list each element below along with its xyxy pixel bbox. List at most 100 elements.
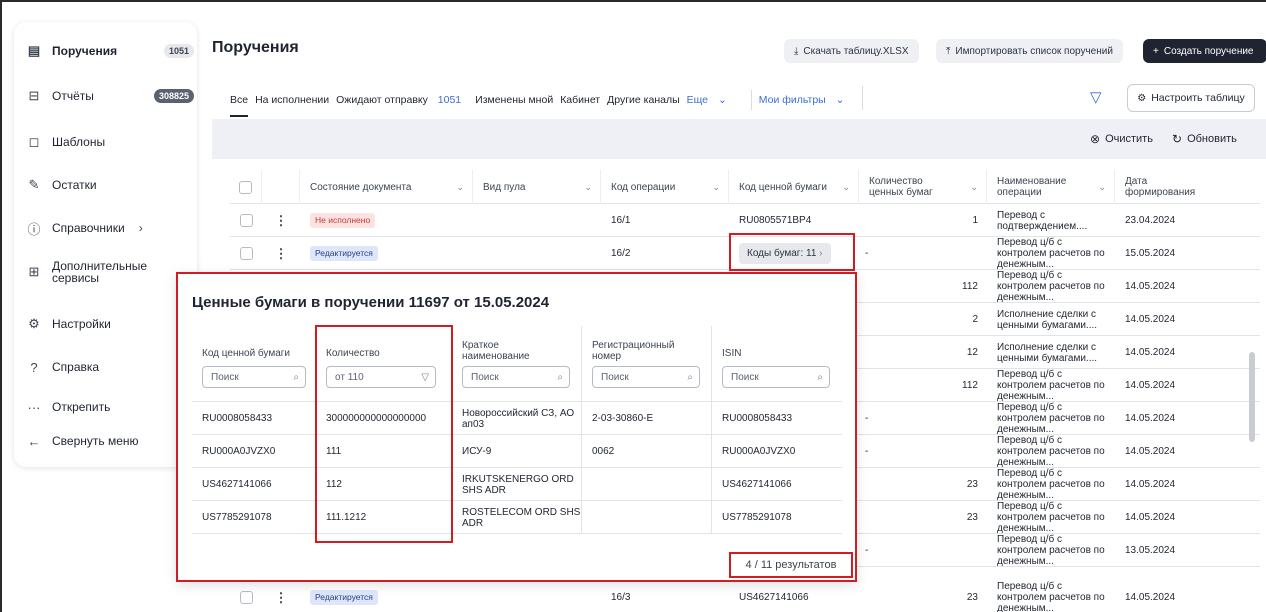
chevron-down-icon: ⌄ (1098, 181, 1106, 192)
select-all-checkbox[interactable] (239, 180, 252, 194)
chevron-down-icon: ⌄ (835, 94, 845, 106)
isin-search-input[interactable]: Поиск ⌕ (722, 366, 830, 388)
list-item[interactable]: RU0008058433 300000000000000000 Новороссий… (192, 402, 842, 435)
row-checkbox[interactable] (239, 591, 253, 604)
sidebar-item-reports[interactable]: ⊟ Отчёты 308825 (26, 81, 194, 111)
list-item[interactable]: US7785291078 111.1212 ROSTELECOM ORD SHS A… (192, 501, 842, 534)
short-search-input[interactable]: Поиск ⌕ (462, 366, 570, 388)
qty-cell: 23 (966, 479, 978, 490)
column-sec-code[interactable]: Код ценной бумаги ⌄ (729, 170, 859, 204)
sidebar-item-orders[interactable]: ▤ Поручения 1051 (26, 36, 194, 66)
sidebar-item-unpin[interactable]: ··· Открепить (26, 392, 194, 422)
tabs-divider (862, 86, 863, 110)
qty-cell: - (865, 413, 869, 424)
arrow-left-icon: ← (27, 433, 41, 449)
code-search-input[interactable]: Поиск ⌕ (202, 366, 306, 388)
vertical-scrollbar[interactable] (1249, 352, 1255, 442)
list-item[interactable]: RU000A0JVZX0 111 ИСУ-9 0062 RU000A0JVZX0 (192, 435, 842, 468)
tab-awaiting[interactable]: Ожидают отправку 1051 (336, 94, 468, 106)
qty-cell: - (865, 545, 869, 556)
tab-cabinet[interactable]: Кабинет (560, 94, 600, 106)
pcolumn-short-label: Краткое наименование (462, 340, 530, 362)
reg-search-input[interactable]: Поиск ⌕ (592, 366, 700, 388)
sidebar-item-settings[interactable]: ⚙ Настройки (26, 309, 194, 339)
kebab-menu-icon[interactable]: ⋮ (275, 214, 288, 227)
column-state[interactable]: Состояние документа ⌄ (300, 170, 473, 204)
sidebar-item-label: Поручения (52, 44, 118, 58)
refresh-button[interactable]: ↻ Обновить (1172, 132, 1237, 146)
close-circle-icon: ⊗ (1090, 132, 1101, 146)
table-row[interactable]: ⋮ Редактируется 16/3 US4627141066 23 Перевод … (230, 581, 1260, 612)
search-placeholder: Поиск (731, 371, 759, 383)
sidebar-item-help[interactable]: ? Справка (26, 352, 194, 382)
kebab-menu-icon[interactable]: ⋮ (275, 247, 288, 260)
column-qty[interactable]: Количество ценных бумаг ⌄ (859, 170, 987, 204)
sidebar-item-references[interactable]: ⓘ Справочники › (26, 213, 194, 243)
op-name-cell: Перевод ц/б с контролем расчетов по дене… (997, 468, 1105, 501)
sidebar-item-collapse[interactable]: ← Свернуть меню (26, 426, 194, 456)
filter-icon[interactable]: ▽ (1090, 88, 1102, 106)
my-filters-dropdown[interactable]: Мои фильтры ⌄ (759, 94, 852, 106)
tab-other[interactable]: Другие каналы (607, 94, 680, 106)
chevron-down-icon: ⌄ (717, 94, 727, 106)
op-name-cell: Перевод ц/б с контролем расчетов по дене… (997, 534, 1105, 567)
isin-cell: RU0008058433 (722, 413, 793, 424)
qty-cell: - (865, 446, 869, 457)
tab-changed[interactable]: Изменены мной (475, 94, 553, 106)
help-icon: ? (30, 359, 38, 375)
configure-table-button[interactable]: ⚙ Настроить таблицу (1127, 84, 1255, 112)
column-op-name[interactable]: Наименование операции ⌄ (987, 170, 1115, 204)
date-cell: 13.05.2024 (1125, 545, 1176, 556)
gear-icon: ⚙ (28, 316, 40, 331)
chevron-down-icon: ⌄ (584, 181, 592, 192)
reg-number-cell (582, 501, 712, 534)
sidebar-item-templates[interactable]: ◻ Шаблоны (26, 127, 194, 157)
sidebar-item-label: Отчёты (52, 89, 94, 103)
sidebar-item-label: Справка (52, 360, 100, 374)
tabs-bar: Все На исполнении Ожидают отправку 1051 … (230, 90, 858, 110)
status-badge: Не исполнено (310, 213, 376, 228)
list-item[interactable]: US4627141066 112 IRKUTSKENERGO ORD SHS ADR… (192, 468, 842, 501)
sidebar-item-label: Дополнительные сервисы (52, 259, 147, 285)
refresh-icon: ↻ (1172, 132, 1183, 146)
op-name-cell: Перевод ц/б с контролем расчетов по дене… (997, 501, 1105, 534)
date-cell: 14.05.2024 (1125, 281, 1176, 292)
tab-in-progress[interactable]: На исполнении (255, 94, 329, 106)
tab-more[interactable]: Еще ⌄ (687, 94, 734, 106)
sidebar-item-extra-services[interactable]: ⊞ Дополнительные сервисы (26, 254, 194, 290)
date-cell: 14.05.2024 (1125, 446, 1176, 457)
tab-more-label: Еще (686, 94, 709, 106)
column-op-name-label: Наименование операции (997, 176, 1067, 198)
short-name-cell: Новороссийский СЗ, АО ап03 (452, 402, 582, 435)
search-icon: ⌕ (817, 371, 823, 383)
column-pool[interactable]: Вид пула ⌄ (473, 170, 601, 204)
row-checkbox[interactable] (239, 214, 253, 227)
isin-cell: RU000A0JVZX0 (722, 446, 796, 457)
chevron-down-icon: ⌄ (970, 181, 978, 192)
sidebar-item-balances[interactable]: ✎ Остатки (26, 170, 194, 200)
tab-all[interactable]: Все (230, 94, 248, 106)
pcolumn-code-label: Код ценной бумаги (202, 348, 290, 359)
op-name-cell: Перевод ц/б с контролем расчетов по дене… (997, 369, 1105, 402)
sidebar-item-label: Открепить (52, 400, 111, 414)
info-icon: ⓘ (27, 221, 41, 237)
op-code-cell: 16/1 (611, 215, 631, 226)
column-date[interactable]: Дата формирования (1115, 170, 1245, 204)
create-order-button[interactable]: + Создать поручение (1143, 39, 1266, 63)
op-name-cell: Перевод ц/б с контролем расчетов по дене… (997, 402, 1105, 435)
download-icon: ⤓ (794, 45, 799, 57)
row-checkbox[interactable] (239, 247, 253, 260)
date-cell: 14.05.2024 (1125, 314, 1176, 325)
op-name-cell: Перевод ц/б с контролем расчетов по дене… (997, 237, 1105, 270)
pcolumn-isin: ISIN Поиск ⌕ (712, 326, 842, 402)
qty-cell: 112 (962, 281, 978, 292)
kebab-menu-icon[interactable]: ⋮ (275, 591, 288, 604)
clear-button[interactable]: ⊗ Очистить (1090, 132, 1153, 146)
orders-count-badge: 1051 (163, 44, 194, 58)
pcolumn-code: Код ценной бумаги Поиск ⌕ (192, 326, 316, 402)
download-xlsx-button[interactable]: ⤓ Скачать таблицу.XLSX (784, 39, 919, 63)
tab-awaiting-label: Ожидают отправку (336, 94, 428, 106)
column-op-code[interactable]: Код операции ⌄ (601, 170, 729, 204)
op-name-cell: Исполнение сделки с ценными бумагами.... (997, 308, 1098, 331)
import-orders-button[interactable]: ⤒ Импортировать список поручений (936, 39, 1123, 63)
